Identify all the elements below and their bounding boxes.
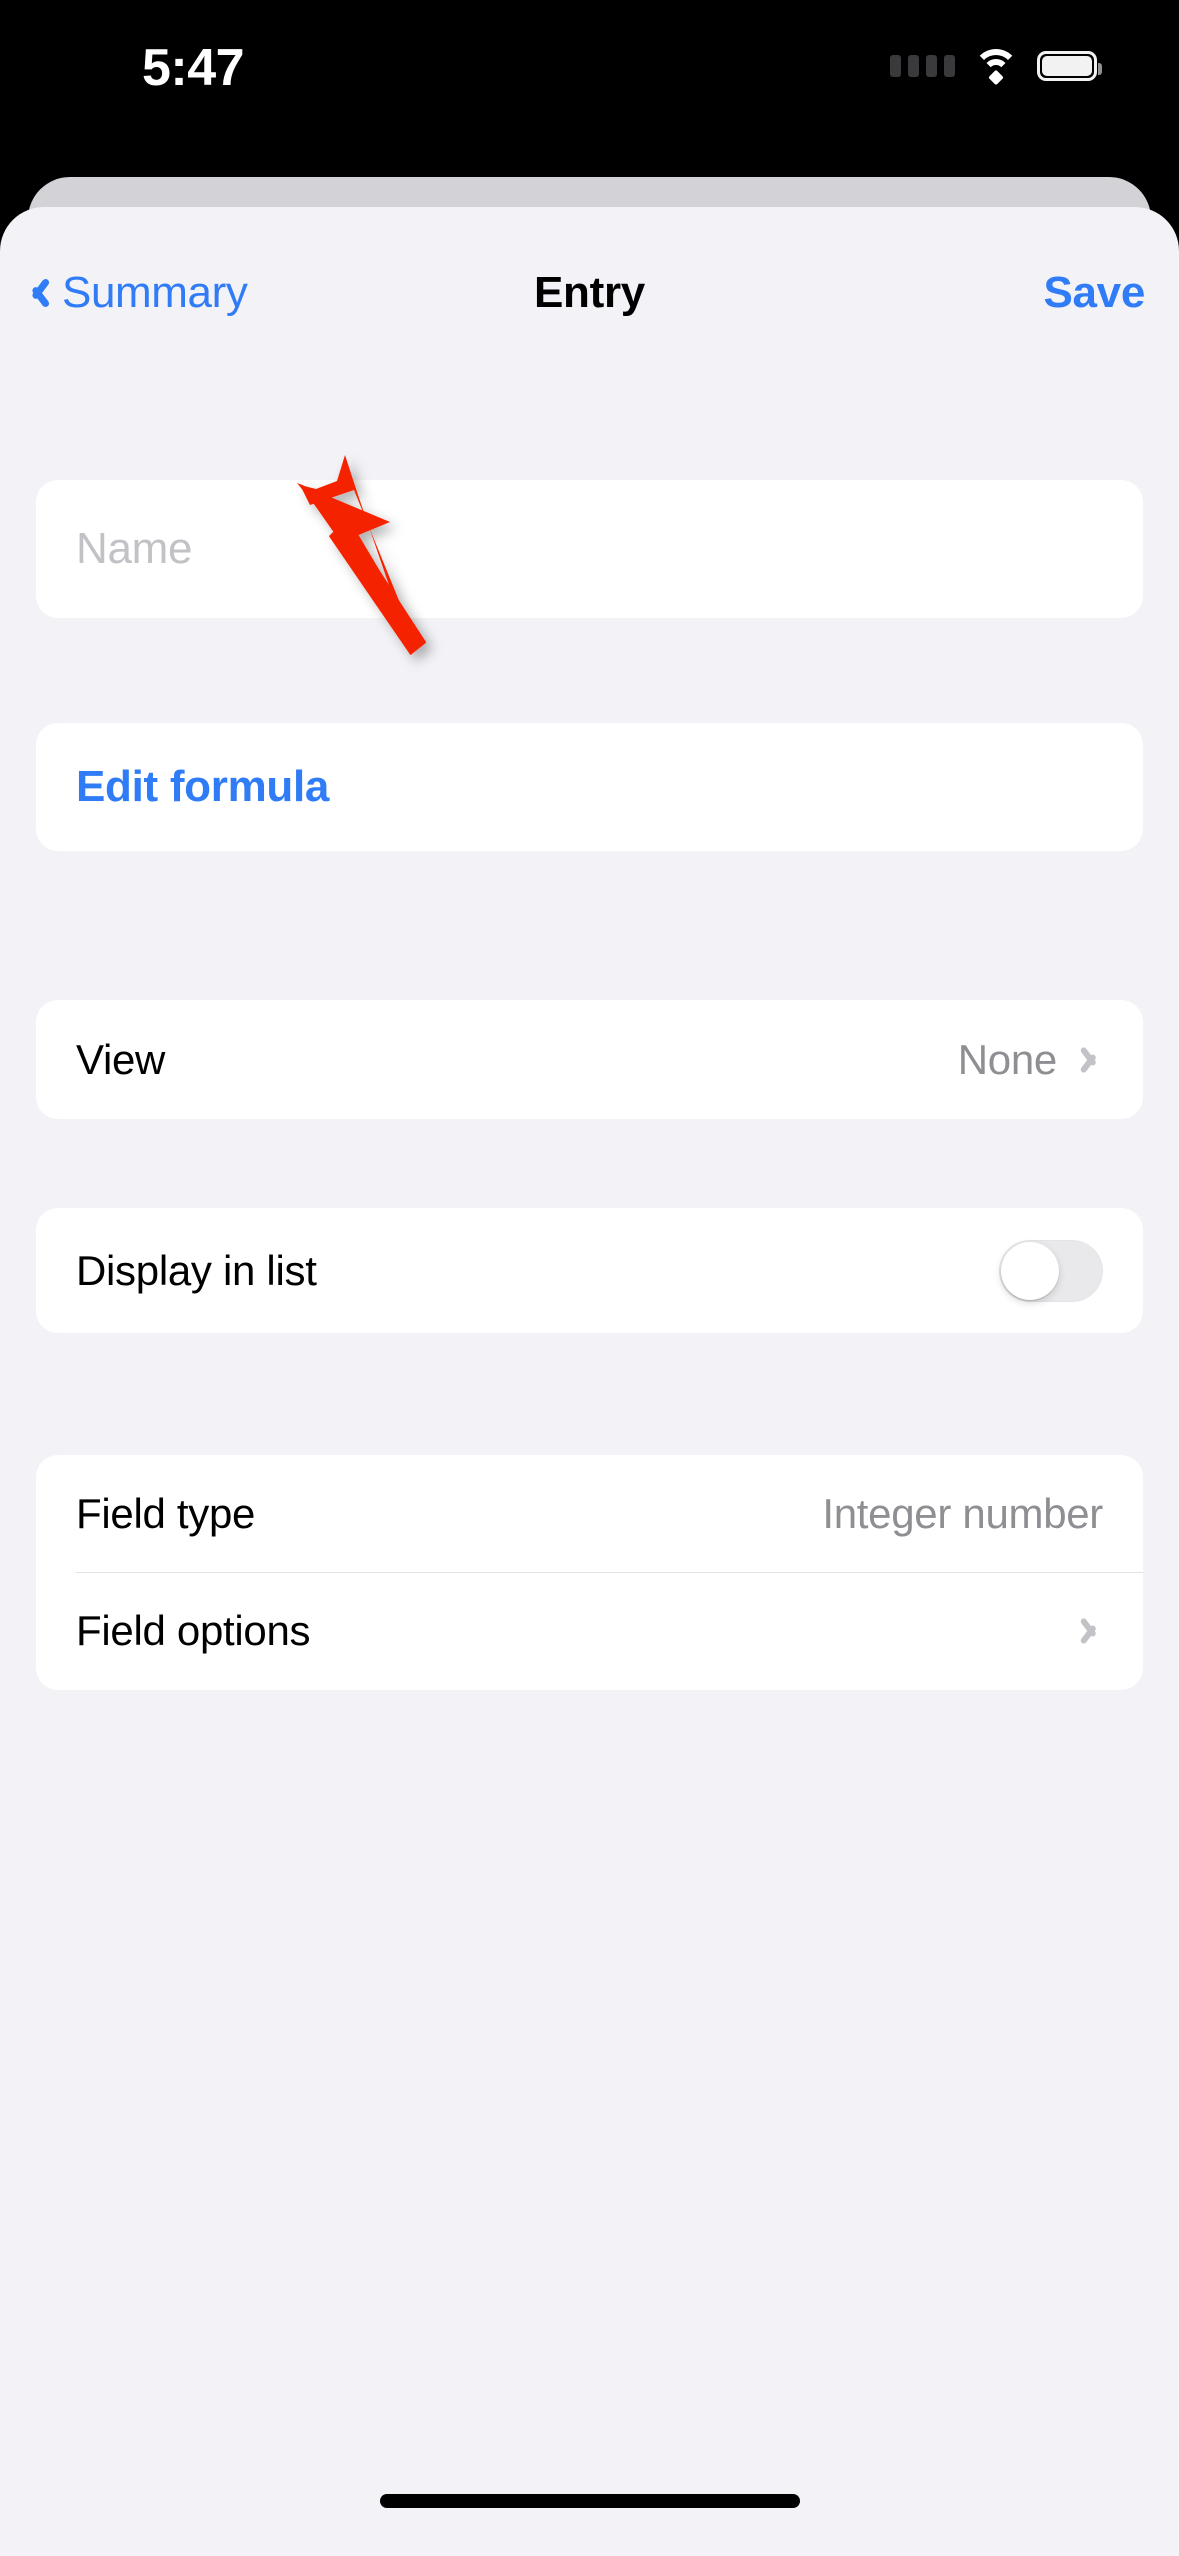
status-bar-indicators	[890, 42, 1102, 90]
status-bar: 5:47	[0, 0, 1179, 175]
view-label: View	[76, 1035, 166, 1083]
view-card[interactable]: View None	[36, 1000, 1143, 1119]
modal-sheet: Summary Entry Save Name Edit formula Vie…	[0, 207, 1179, 2556]
field-options-label: Field options	[76, 1606, 311, 1654]
edit-formula-card[interactable]: Edit formula	[36, 723, 1143, 851]
field-type-label: Field type	[76, 1489, 256, 1537]
edit-formula-button[interactable]: Edit formula	[76, 762, 329, 812]
row-divider	[76, 1572, 1143, 1573]
chevron-right-icon	[1083, 1614, 1103, 1648]
page-title: Entry	[534, 268, 645, 317]
toggle-knob	[1001, 1241, 1059, 1300]
name-field-row: Name	[36, 480, 1143, 618]
view-value: None	[957, 1035, 1058, 1083]
signal-dots-icon	[890, 55, 955, 77]
field-type-row[interactable]: Field type Integer number	[36, 1455, 1143, 1572]
status-bar-time: 5:47	[141, 39, 245, 97]
display-in-list-card: Display in list	[36, 1208, 1143, 1333]
battery-full-icon	[1037, 51, 1102, 81]
display-in-list-toggle[interactable]	[999, 1239, 1103, 1302]
phone-screen: 5:47 Summary Entry Save Name Edit formul…	[0, 0, 1179, 2556]
name-input[interactable]: Name	[76, 524, 192, 574]
display-in-list-label: Display in list	[76, 1246, 317, 1294]
wifi-icon	[973, 49, 1019, 86]
edit-formula-row: Edit formula	[36, 723, 1143, 851]
save-button[interactable]: Save	[1043, 245, 1145, 341]
field-settings-card: Field type Integer number Field options	[36, 1455, 1143, 1690]
field-options-row[interactable]: Field options	[36, 1572, 1143, 1689]
home-indicator	[379, 2494, 800, 2508]
chevron-right-icon	[1083, 1043, 1103, 1077]
field-type-value: Integer number	[822, 1489, 1103, 1537]
name-field-card[interactable]: Name	[36, 480, 1143, 618]
display-in-list-row: Display in list	[36, 1208, 1143, 1333]
navigation-bar: Summary Entry Save	[0, 245, 1179, 341]
view-row[interactable]: View None	[36, 1000, 1143, 1119]
